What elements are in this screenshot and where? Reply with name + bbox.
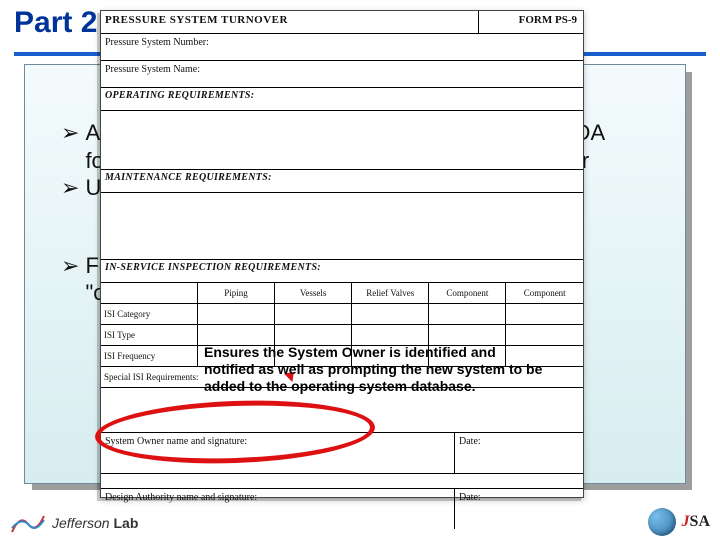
form-row-number: Pressure System Number:: [101, 34, 583, 61]
jlab-text: Jefferson Lab: [52, 515, 138, 531]
sig-owner-label: System Owner name and signature:: [101, 433, 455, 473]
form-gap-2: [101, 474, 583, 488]
chevron-icon: ➢: [61, 174, 79, 202]
chevron-icon: ➢: [61, 252, 79, 280]
isi-col-comp1: Component: [429, 283, 506, 304]
form-id: FORM PS-9: [479, 11, 583, 33]
form-row-number-label: Pressure System Number:: [105, 37, 209, 48]
jlab-mark-icon: [10, 510, 46, 536]
form-section-isi: IN-SERVICE INSPECTION REQUIREMENTS:: [101, 260, 583, 283]
table-row: ISI Type: [101, 325, 583, 346]
form-gap: [101, 388, 583, 432]
table-row: ISI Category: [101, 304, 583, 325]
isi-row-cat: ISI Category: [101, 304, 198, 325]
sig-owner-date: Date:: [455, 433, 583, 473]
jlab-text-b: Lab: [113, 515, 138, 531]
jlab-text-a: Jefferson: [52, 515, 110, 531]
isi-col-piping: Piping: [198, 283, 275, 304]
form-sig-owner: System Owner name and signature: Date:: [101, 432, 583, 474]
form-block-maint: [101, 193, 583, 260]
chevron-icon: ➢: [61, 119, 79, 147]
form-row-name: Pressure System Name:: [101, 61, 583, 88]
jsa-logo: JSA: [648, 508, 710, 536]
form-section-maint: MAINTENANCE REQUIREMENTS:: [101, 170, 583, 193]
globe-icon: [648, 508, 676, 536]
footer: Jefferson Lab JSA: [0, 504, 720, 540]
form-title: PRESSURE SYSTEM TURNOVER: [101, 11, 479, 33]
isi-col-comp2: Component: [506, 283, 583, 304]
form-block-op: [101, 111, 583, 170]
isi-row-type: ISI Type: [101, 325, 198, 346]
isi-col-vessels: Vessels: [275, 283, 352, 304]
ps9-form: PRESSURE SYSTEM TURNOVER FORM PS-9 Press…: [101, 11, 583, 497]
isi-row-freq: ISI Frequency: [101, 346, 198, 367]
slide: Part 2 – Place System Into Action ➢ Afte…: [0, 0, 720, 540]
callout-text: Ensures the System Owner is identified a…: [204, 344, 544, 394]
jsa-text: JSA: [682, 513, 710, 531]
isi-col-relief: Relief Valves: [352, 283, 429, 304]
jefferson-lab-logo: Jefferson Lab: [10, 510, 138, 536]
form-section-op: OPERATING REQUIREMENTS:: [101, 88, 583, 111]
form-row-name-label: Pressure System Name:: [105, 64, 200, 75]
ps9-form-image: PRESSURE SYSTEM TURNOVER FORM PS-9 Press…: [100, 10, 584, 498]
isi-col-blank: [101, 283, 198, 304]
form-title-row: PRESSURE SYSTEM TURNOVER FORM PS-9: [101, 11, 583, 34]
